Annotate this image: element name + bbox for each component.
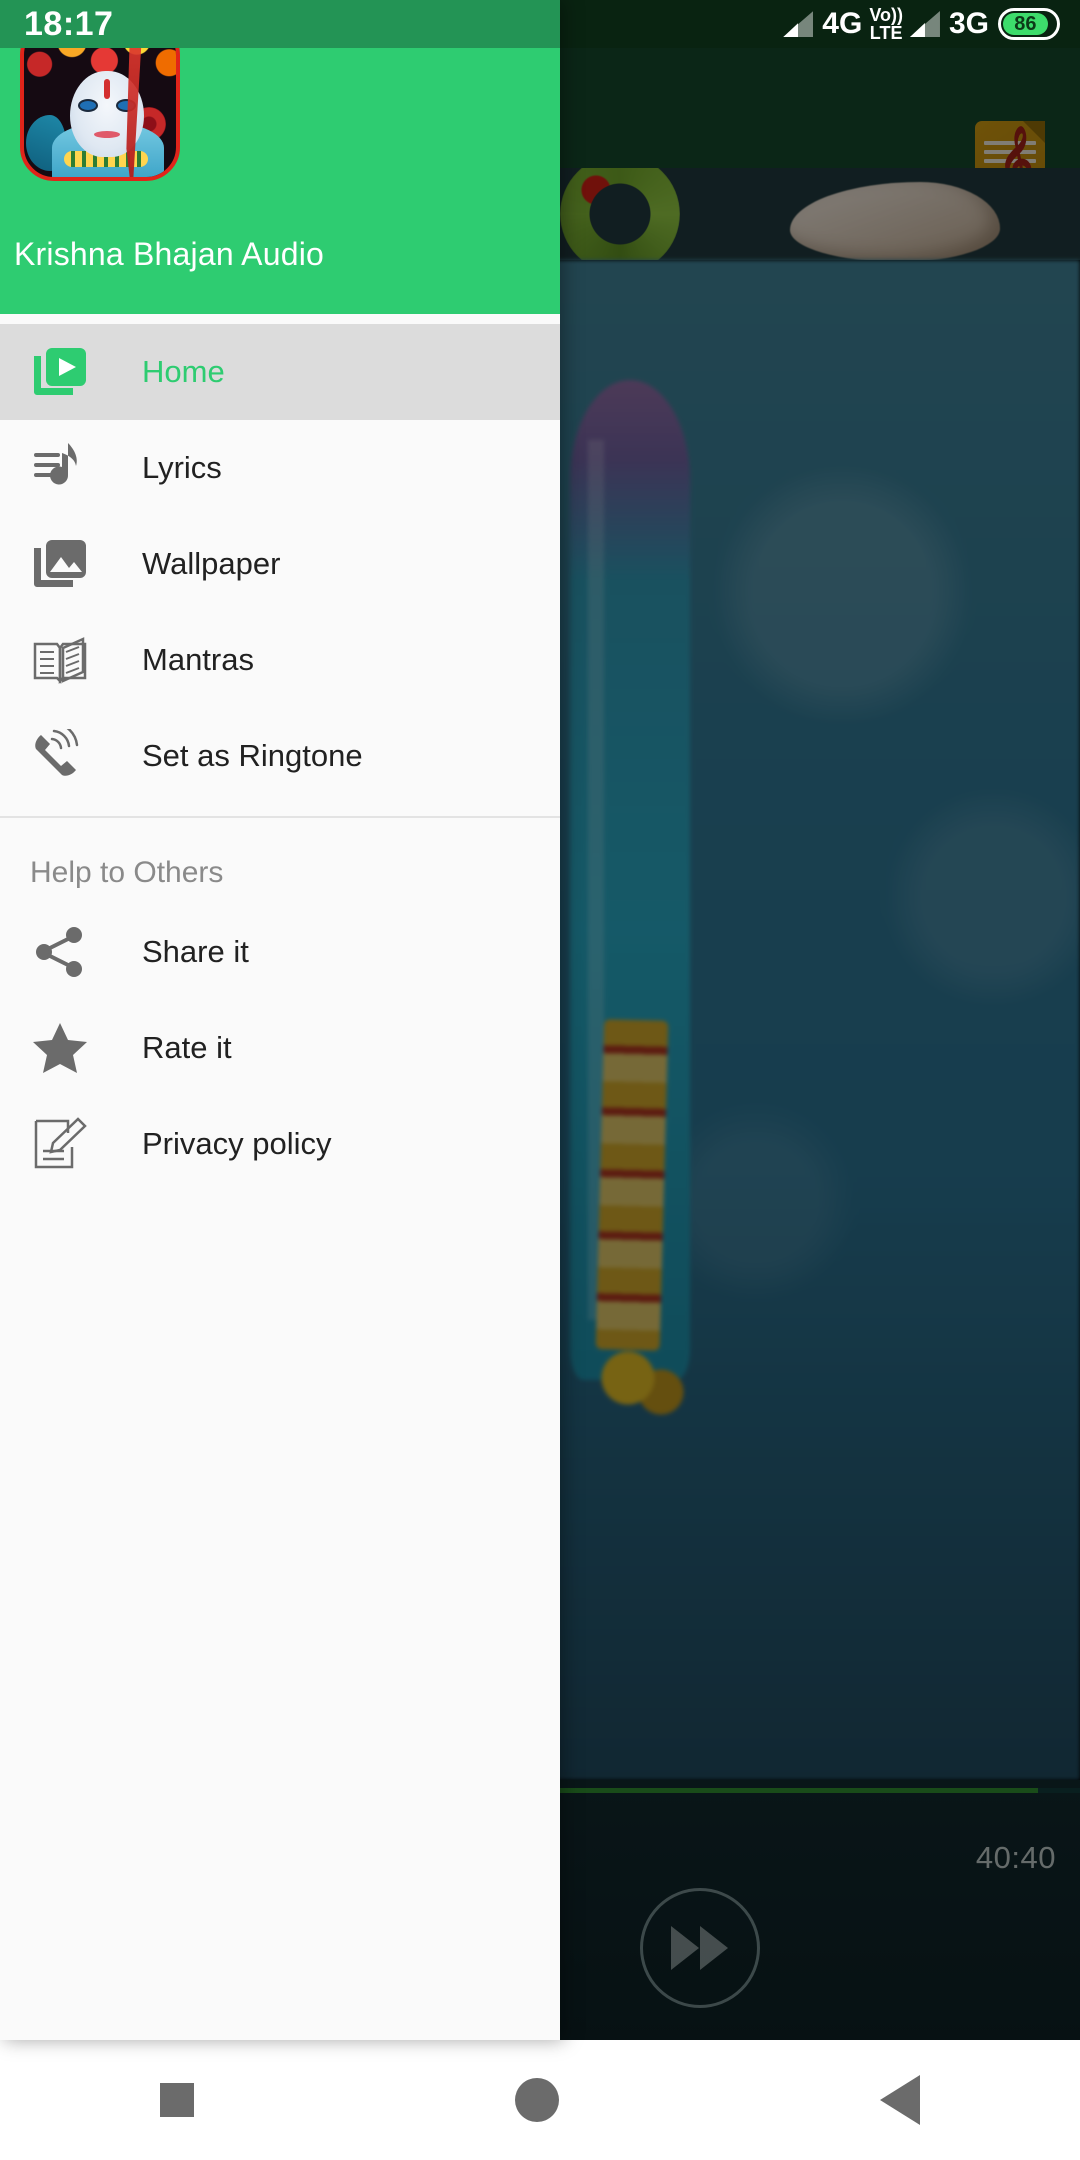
network-type-sim1: 4G xyxy=(822,7,863,40)
music-note-lyrics-icon xyxy=(30,438,90,498)
menu-item-privacy-policy[interactable]: Privacy policy xyxy=(0,1096,560,1192)
circle-home-icon[interactable] xyxy=(514,2078,559,2122)
signal-bars-sim2-icon xyxy=(909,11,940,37)
photo-library-icon xyxy=(30,534,90,594)
menu-item-mantras-label: Mantras xyxy=(142,642,254,677)
status-bar: 18:17 xyxy=(0,0,560,48)
phone-screen: 𝄞 40:40 18:17 4G Vo)) LTE 3G 86 Krishna … xyxy=(0,0,1080,2160)
menu-item-rate-label: Rate it xyxy=(142,1030,232,1065)
volte-top-text: Vo)) xyxy=(869,5,903,25)
square-recents-icon[interactable] xyxy=(160,2083,195,2117)
ringing-phone-icon xyxy=(30,726,90,786)
drawer-scrim[interactable] xyxy=(560,0,1080,2040)
document-pencil-icon xyxy=(30,1114,90,1174)
menu-item-share-it[interactable]: Share it xyxy=(0,904,560,1000)
video-library-icon xyxy=(30,342,90,402)
triangle-back-icon[interactable] xyxy=(879,2075,920,2125)
menu-item-rate-it[interactable]: Rate it xyxy=(0,1000,560,1096)
battery-icon: 86 xyxy=(998,8,1060,40)
battery-percent-label: 86 xyxy=(1003,13,1048,35)
help-section-title: Help to Others xyxy=(30,856,224,889)
volte-bottom-text: LTE xyxy=(869,23,903,43)
open-book-icon xyxy=(30,630,90,690)
star-icon xyxy=(30,1018,90,1078)
network-type-sim2: 3G xyxy=(948,7,989,40)
status-clock: 18:17 xyxy=(24,4,114,43)
navigation-drawer: Krishna Bhajan Audio Home Lyrics Wallpap… xyxy=(0,0,560,2040)
menu-item-home[interactable]: Home xyxy=(0,324,560,420)
menu-item-home-label: Home xyxy=(142,354,225,389)
menu-item-privacy-label: Privacy policy xyxy=(142,1126,332,1161)
drawer-header-gap xyxy=(0,314,560,324)
signal-bars-sim1-icon xyxy=(783,11,814,37)
menu-item-lyrics[interactable]: Lyrics xyxy=(0,420,560,516)
left-eye xyxy=(80,101,96,110)
tilak-mark xyxy=(104,79,110,99)
status-bar-indicators: 4G Vo)) LTE 3G 86 xyxy=(783,0,1064,48)
volte-icon: Vo)) LTE xyxy=(869,6,903,42)
drawer-main-menu: Home Lyrics Wallpaper Mantras Set as Rin… xyxy=(0,324,560,1192)
menu-item-wallpaper[interactable]: Wallpaper xyxy=(0,516,560,612)
menu-item-wallpaper-label: Wallpaper xyxy=(142,546,281,581)
menu-item-lyrics-label: Lyrics xyxy=(142,450,222,485)
share-icon xyxy=(30,922,90,982)
lips xyxy=(94,131,120,138)
menu-item-ringtone-label: Set as Ringtone xyxy=(142,738,363,773)
menu-item-mantras[interactable]: Mantras xyxy=(0,612,560,708)
menu-item-share-label: Share it xyxy=(142,934,249,969)
system-navigation-bar xyxy=(0,2040,1080,2160)
app-title: Krishna Bhajan Audio xyxy=(14,236,324,272)
menu-item-set-as-ringtone[interactable]: Set as Ringtone xyxy=(0,708,560,804)
